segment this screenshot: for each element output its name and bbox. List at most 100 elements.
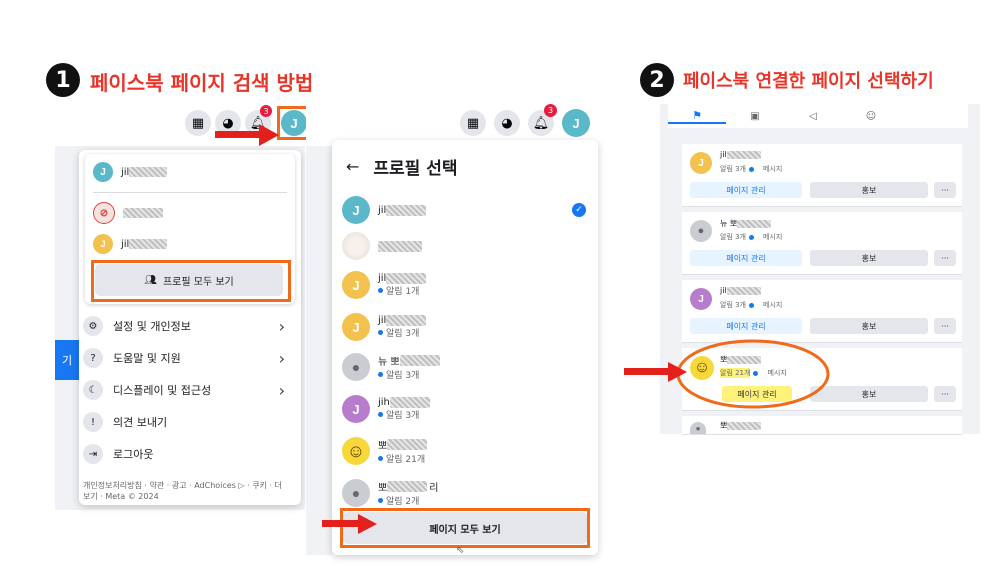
profile-row[interactable]: J jih 알림 3개 — [342, 392, 586, 426]
default-person-icon: ● — [690, 422, 706, 434]
profile-notice: 알림 1개 — [386, 287, 420, 297]
red-arrow-icon — [322, 514, 377, 534]
profile-name: jil — [378, 315, 387, 326]
back-arrow-icon[interactable]: ← — [346, 157, 359, 176]
step-title-1: 페이스북 페이지 검색 방법 — [90, 71, 314, 95]
blurred-name — [386, 273, 427, 284]
profile-notice: 알림 3개 — [386, 329, 420, 339]
promote-button[interactable]: 홍보 — [810, 318, 928, 334]
unread-dot — [378, 288, 383, 293]
account-dropdown: J jil ⊘ J jil 👥︎ 프로필 모두 보기 ⚙ 설정 및 개인정보 ›… — [79, 150, 301, 505]
step-title-2: 페이스북 연결한 페이지 선택하기 — [683, 71, 934, 92]
page-card: ● 뉴 뽀 알림 3개 메시지 페이지 관리 홍보 ··· — [682, 212, 962, 275]
more-button[interactable]: ··· — [934, 182, 956, 198]
more-button[interactable]: ··· — [934, 386, 956, 402]
profile-name: 뽀 — [378, 483, 388, 494]
menu-item-feedback[interactable]: ! 의견 보내기 — [83, 406, 293, 438]
left-screenshot: ▦ ◕ 🔔︎ 3 J 기 J jil ⊘ J jil 👥︎ 프로필 모두 보기 … — [55, 100, 311, 510]
profile-row[interactable]: J jil 알림 1개 — [342, 268, 586, 302]
manage-page-button[interactable]: 페이지 관리 — [690, 182, 802, 198]
menu-item-label: 도움말 및 지원 — [113, 352, 181, 365]
blurred-name — [386, 315, 427, 326]
profile-name: jil — [378, 204, 387, 216]
menu-item-label: 로그아웃 — [113, 448, 154, 461]
calendar-icon[interactable]: ▣ — [726, 111, 784, 122]
promote-button[interactable]: 홍보 — [810, 182, 928, 198]
step-number-1: 1 — [46, 63, 80, 97]
unread-dot — [378, 498, 383, 503]
compass-icon: ⊘ — [93, 202, 115, 224]
menu-item-display[interactable]: ☾ 디스플레이 및 접근성 › — [83, 374, 293, 406]
page-notice: 알림 3개 메시지 — [720, 165, 783, 173]
profile-notice: 알림 3개 — [386, 371, 420, 381]
promote-button[interactable]: 홍보 — [810, 250, 928, 266]
default-person-icon: ● — [342, 479, 370, 507]
account-row-avatar: J — [93, 162, 113, 182]
feedback-icon: ! — [83, 412, 103, 432]
menu-item-label: 설정 및 개인정보 — [113, 320, 191, 333]
chevron-right-icon: › — [278, 380, 285, 400]
account-avatar[interactable]: J — [562, 109, 590, 137]
blurred-name — [378, 240, 422, 252]
flag-icon[interactable]: ⚑ — [668, 109, 726, 124]
menu-grid-icon[interactable]: ▦ — [460, 110, 486, 136]
profile-name: jih — [378, 397, 390, 408]
unread-dot — [378, 330, 383, 335]
profile-avatar: J — [342, 271, 370, 299]
smiley-icon: ☺ — [342, 437, 370, 465]
panel-title: 프로필 선택 — [373, 159, 458, 179]
megaphone-icon[interactable]: ◁ — [784, 111, 842, 122]
panel-header: ← 프로필 선택 — [346, 154, 458, 179]
profile-avatar: J — [342, 395, 370, 423]
menu-item-settings[interactable]: ⚙ 설정 및 개인정보 › — [83, 310, 293, 342]
page-name: jil — [720, 286, 761, 295]
check-icon: ✓ — [572, 203, 586, 217]
blurred-name — [129, 167, 168, 177]
cursor-icon: ⇖ — [456, 545, 465, 556]
account-row[interactable]: J jil — [93, 162, 168, 182]
more-button[interactable]: ··· — [934, 250, 956, 266]
logout-icon: ⇥ — [83, 444, 103, 464]
menu-item-help[interactable]: ? 도움말 및 지원 › — [83, 342, 293, 374]
highlight-ellipse — [676, 339, 830, 409]
profile-name: 뉴 뽀 — [378, 357, 400, 368]
profile-notice: 알림 2개 — [386, 497, 420, 507]
more-button[interactable]: ··· — [934, 318, 956, 334]
account-avatar[interactable]: J — [281, 110, 307, 136]
page-card: J jil 알림 3개 메시지 페이지 관리 홍보 ··· — [682, 280, 962, 343]
blurred-name — [387, 439, 428, 450]
default-person-icon: ● — [342, 353, 370, 381]
messenger-icon[interactable]: ◕ — [494, 110, 520, 136]
menu-grid-icon[interactable]: ▦ — [185, 110, 211, 136]
manage-page-button[interactable]: 페이지 관리 — [690, 250, 802, 266]
default-person-icon: ● — [690, 220, 712, 242]
page-name: 뽀 — [720, 420, 762, 431]
page-card: J jil 알림 3개 메시지 페이지 관리 홍보 ··· — [682, 144, 962, 207]
page-avatar: J — [690, 152, 712, 174]
middle-screenshot: ▦ ◕ 🔔︎ 3 J ← 프로필 선택 J jil ✓ J jil 알림 1개 — [306, 100, 598, 556]
profile-avatar: J — [342, 313, 370, 341]
gear-icon: ⚙ — [83, 316, 103, 336]
menu-item-label: 의견 보내기 — [113, 416, 168, 429]
profile-row[interactable] — [342, 230, 586, 262]
profile-name: 뽀 — [378, 441, 388, 452]
page-name: 뉴 뽀 — [720, 218, 772, 229]
manage-page-button[interactable]: 페이지 관리 — [690, 318, 802, 334]
profile-avatar: J — [342, 196, 370, 224]
shortcut-row-1[interactable]: ⊘ — [93, 202, 163, 224]
profile-row[interactable]: ● 뉴 뽀 알림 3개 — [342, 350, 586, 384]
profile-row[interactable]: J jil 알림 3개 — [342, 310, 586, 344]
profile-row[interactable]: ☺ 뽀 알림 21개 — [342, 434, 586, 468]
unread-dot — [378, 372, 383, 377]
smile-icon[interactable]: ☺ — [842, 111, 900, 122]
page-avatar: J — [690, 288, 712, 310]
menu-item-logout[interactable]: ⇥ 로그아웃 — [83, 438, 293, 470]
blurred-name — [389, 397, 430, 408]
footer-line-1[interactable]: 개인정보처리방침 · 약관 · 광고 · AdChoices ▷ · 쿠키 · … — [83, 480, 295, 491]
profile-row[interactable]: J jil ✓ — [342, 194, 586, 226]
moon-icon: ☾ — [83, 380, 103, 400]
shortcut-row-2[interactable]: J jil — [93, 234, 168, 254]
profile-row[interactable]: ● 뽀 리 알림 2개 — [342, 476, 586, 510]
side-blue-button[interactable]: 기 — [55, 340, 79, 380]
page-card: ● 뽀 — [682, 416, 962, 435]
